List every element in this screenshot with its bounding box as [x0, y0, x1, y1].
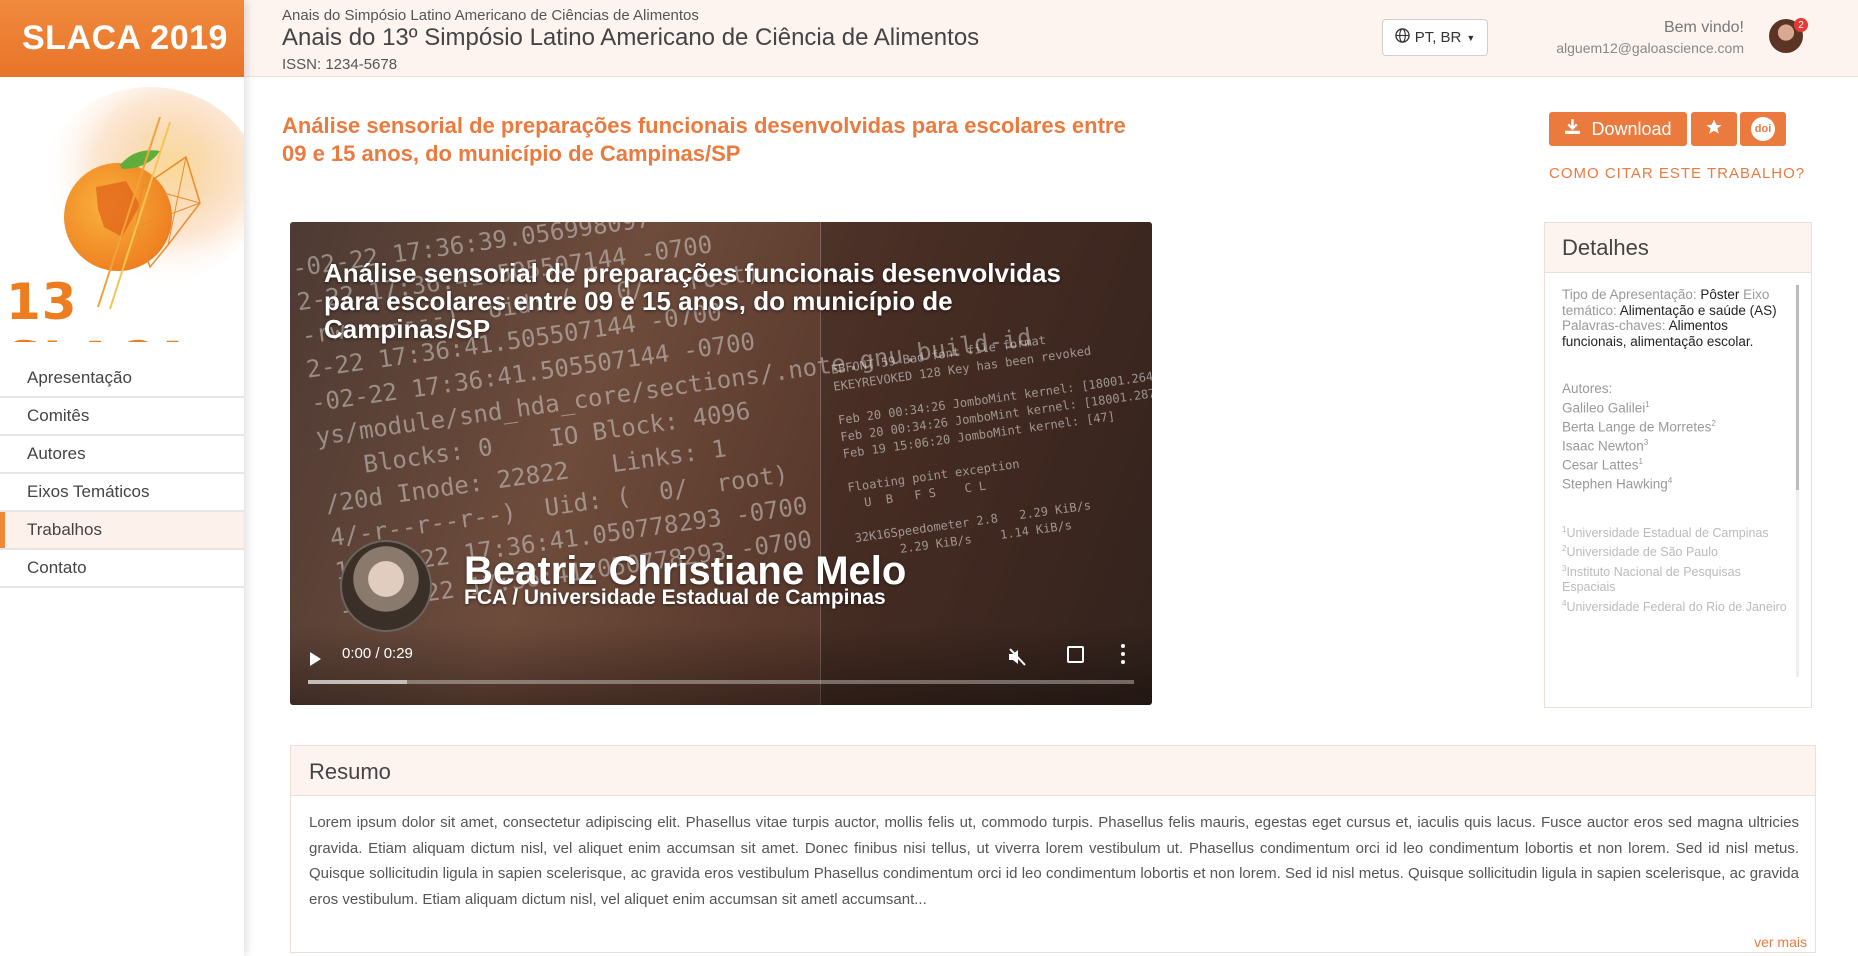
presenter-photo	[340, 540, 432, 632]
details-panel: Detalhes Tipo de Apresentação: Pôster Ei…	[1544, 222, 1812, 708]
top-header: Anais do Simpósio Latino Americano de Ci…	[244, 0, 1858, 77]
doi-button[interactable]: doi	[1740, 112, 1786, 146]
language-label: PT, BR	[1414, 29, 1462, 46]
author-sup: 2	[1711, 418, 1716, 428]
eixo-value: Alimentação e saúde (AS)	[1619, 302, 1777, 318]
affiliation-item: 4Universidade Federal do Rio de Janeiro	[1562, 596, 1791, 616]
abstract-panel: Resumo Lorem ipsum dolor sit amet, conse…	[290, 745, 1816, 953]
video-progress-fill	[308, 680, 408, 684]
doi-icon: doi	[1751, 117, 1775, 141]
presenter-affiliation: FCA / Universidade Estadual de Campinas	[464, 586, 886, 609]
author-name: Cesar Lattes	[1562, 457, 1639, 472]
sidebar-item-eixos-tematicos[interactable]: Eixos Temáticos	[0, 474, 244, 512]
details-scrollbar[interactable]	[1796, 285, 1799, 677]
proceedings-subtitle: Anais do Simpósio Latino Americano de Ci…	[282, 7, 699, 24]
authors-label: Autores:	[1562, 381, 1613, 396]
affiliation-name: Instituto Nacional de Pesquisas Espaciai…	[1562, 564, 1741, 595]
details-scrollbar-thumb[interactable]	[1796, 285, 1799, 490]
event-logo: 13 SLACA	[0, 77, 244, 342]
event-logo-text: 13 SLACA	[6, 273, 192, 342]
cite-link[interactable]: COMO CITAR ESTE TRABALHO?	[1549, 165, 1805, 182]
video-player[interactable]: -02-22 17:36:39.056998097 -0700 2-22 17:…	[290, 222, 1152, 705]
sidebar-item-apresentacao[interactable]: Apresentação	[0, 360, 244, 398]
proceedings-title: Anais do 13º Simpósio Latino Americano d…	[282, 24, 980, 51]
paper-title: Análise sensorial de preparações funcion…	[282, 113, 1126, 166]
affiliation-name: Universidade de São Paulo	[1566, 545, 1718, 560]
author-sup: 4	[1667, 475, 1673, 485]
user-greeting: Bem vindo! alguem12@galoascience.com	[1556, 19, 1744, 56]
notification-badge[interactable]: 2	[1794, 18, 1808, 32]
details-body: Tipo de Apresentação: Pôster Eixo temáti…	[1545, 273, 1811, 693]
details-meta: Tipo de Apresentação: Pôster Eixo temáti…	[1562, 287, 1791, 349]
sidebar-item-label: Comitês	[27, 406, 90, 425]
sidebar-item-contato[interactable]: Contato	[0, 550, 244, 588]
author-name: Berta Lange de Morretes	[1562, 419, 1712, 434]
affiliation-name: Universidade Federal do Rio de Janeiro	[1566, 600, 1787, 615]
caret-down-icon: ▼	[1466, 32, 1476, 43]
video-progress-bar[interactable]	[308, 680, 1134, 684]
keywords-label: Palavras-chaves:	[1562, 318, 1666, 333]
play-icon[interactable]	[310, 652, 321, 666]
download-icon	[1564, 118, 1581, 140]
author-sup: 1	[1638, 456, 1643, 466]
download-button[interactable]: Download	[1549, 112, 1687, 146]
sidebar-item-label: Apresentação	[27, 368, 132, 387]
download-label: Download	[1591, 118, 1672, 139]
sidebar-item-label: Contato	[27, 558, 87, 577]
abstract-header: Resumo	[291, 746, 1815, 796]
issn: ISSN: 1234-5678	[282, 56, 398, 73]
language-selector[interactable]: PT, BR ▼	[1382, 19, 1488, 56]
affiliation-item: 3Instituto Nacional de Pesquisas Espacia…	[1562, 561, 1791, 596]
sidebar: SLACA 2019 13 SLACA	[0, 0, 244, 956]
fullscreen-icon[interactable]	[1067, 646, 1084, 663]
author-item[interactable]: Berta Lange de Morretes2	[1562, 416, 1791, 435]
affiliation-item: 2Universidade de São Paulo	[1562, 541, 1791, 561]
globe-icon	[1394, 28, 1410, 47]
author-name: Isaac Newton	[1562, 438, 1644, 453]
favorite-button[interactable]	[1691, 112, 1737, 146]
welcome-text: Bem vindo!	[1663, 19, 1744, 36]
author-sup: 3	[1643, 437, 1649, 447]
author-item[interactable]: Isaac Newton3	[1562, 435, 1791, 454]
read-more-link[interactable]: ver mais	[1754, 934, 1807, 950]
sidebar-item-label: Trabalhos	[27, 520, 102, 539]
user-email: alguem12@galoascience.com	[1556, 40, 1744, 56]
author-item[interactable]: Cesar Lattes1	[1562, 454, 1791, 473]
tipo-value: Pôster	[1700, 287, 1740, 302]
mute-icon[interactable]	[1007, 648, 1029, 666]
author-sup: 1	[1645, 399, 1650, 409]
sidebar-item-comites[interactable]: Comitês	[0, 398, 244, 436]
author-name: Galileo Galilei	[1562, 400, 1646, 415]
affiliation-item: 1Universidade Estadual de Campinas	[1562, 522, 1791, 542]
star-icon	[1705, 118, 1723, 141]
sidebar-item-label: Eixos Temáticos	[27, 482, 150, 501]
brand-logo[interactable]: SLACA 2019	[0, 0, 244, 77]
sidebar-item-label: Autores	[27, 444, 86, 463]
more-options-icon[interactable]	[1121, 644, 1125, 664]
sidebar-item-trabalhos[interactable]: Trabalhos	[0, 512, 244, 550]
tipo-label: Tipo de Apresentação:	[1562, 287, 1697, 302]
details-header: Detalhes	[1545, 223, 1811, 273]
abstract-text: Lorem ipsum dolor sit amet, consectetur …	[309, 814, 1799, 908]
author-item[interactable]: Galileo Galilei1	[1562, 397, 1791, 416]
author-name: Stephen Hawking	[1562, 476, 1668, 491]
sidebar-nav: Apresentação Comitês Autores Eixos Temát…	[0, 360, 244, 588]
affiliation-name: Universidade Estadual de Campinas	[1566, 525, 1769, 540]
sidebar-item-autores[interactable]: Autores	[0, 436, 244, 474]
video-time: 0:00 / 0:29	[342, 645, 413, 662]
video-title: Análise sensorial de preparações funcion…	[324, 258, 1061, 344]
author-item[interactable]: Stephen Hawking4	[1562, 473, 1791, 492]
